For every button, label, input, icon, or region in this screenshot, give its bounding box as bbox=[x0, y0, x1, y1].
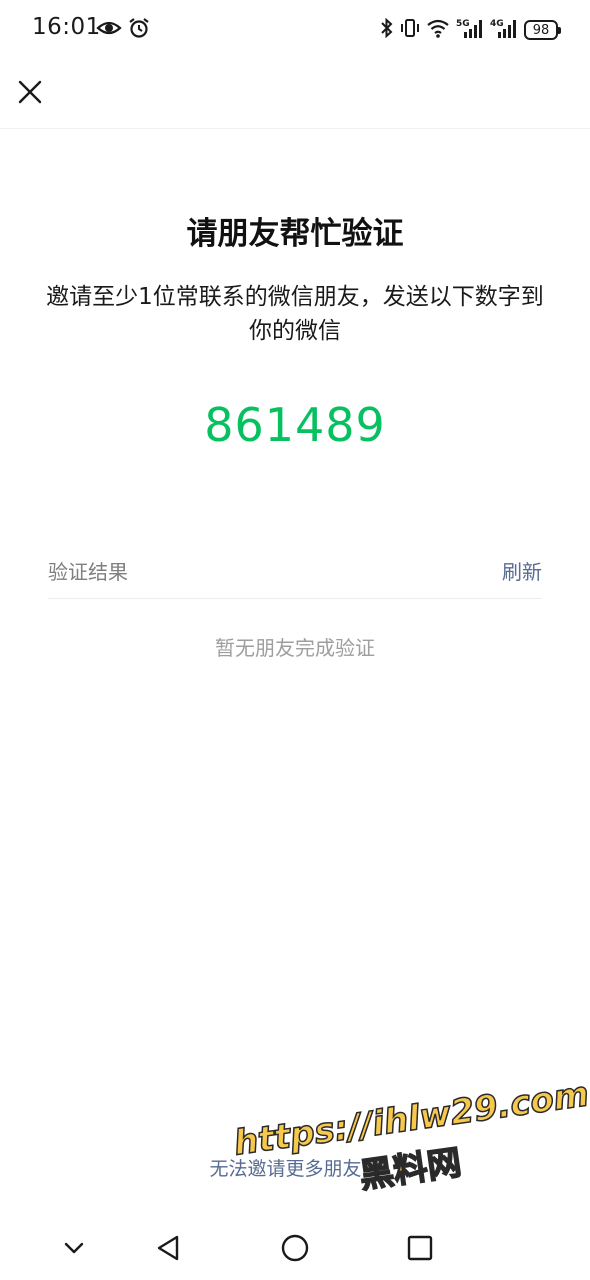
alarm-icon bbox=[128, 17, 150, 43]
wifi-icon bbox=[426, 17, 450, 43]
back-button[interactable] bbox=[150, 1230, 186, 1266]
back-triangle-icon bbox=[157, 1235, 179, 1261]
network-4g-label: 4G bbox=[490, 19, 504, 29]
close-button[interactable] bbox=[12, 74, 48, 110]
status-right: 5G 4G 98 bbox=[380, 17, 561, 43]
result-label: 验证结果 bbox=[48, 560, 128, 584]
signal-4g-icon: 4G bbox=[490, 17, 518, 43]
home-circle-icon bbox=[281, 1234, 309, 1262]
recents-button[interactable] bbox=[402, 1230, 438, 1266]
status-time: 16:01 bbox=[32, 14, 101, 40]
refresh-button[interactable]: 刷新 bbox=[502, 556, 542, 585]
network-5g-label: 5G bbox=[456, 19, 470, 29]
signal-5g-icon: 5G bbox=[456, 17, 484, 43]
system-nav-bar bbox=[0, 1216, 590, 1280]
cannot-invite-more-link[interactable]: 无法邀请更多朋友？ bbox=[0, 1154, 590, 1181]
eye-icon bbox=[96, 17, 122, 43]
home-button[interactable] bbox=[277, 1230, 313, 1266]
page-description: 邀请至少1位常联系的微信朋友，发送以下数字到你的微信 bbox=[46, 284, 544, 344]
hide-keyboard-button[interactable] bbox=[56, 1230, 92, 1266]
empty-state-text: 暂无朋友完成验证 bbox=[215, 636, 375, 660]
page-title: 请朋友帮忙验证 bbox=[186, 216, 404, 252]
status-bar: 16:01 5G 4G 98 bbox=[0, 0, 590, 60]
close-icon bbox=[18, 80, 42, 104]
nav-bar bbox=[0, 60, 590, 129]
watermark-url: https://ihlw29.com bbox=[231, 1074, 590, 1165]
verification-code: 861489 bbox=[204, 398, 386, 452]
bluetooth-icon bbox=[380, 17, 394, 43]
watermark: https://ihlw29.com 黑料网 bbox=[230, 1067, 590, 1223]
chevron-down-icon bbox=[64, 1242, 84, 1254]
result-row: 验证结果 刷新 bbox=[48, 550, 542, 599]
screen: 16:01 5G 4G 98 请朋友帮忙验证 邀请至少1位常联系的微信朋友，发送… bbox=[0, 0, 590, 1280]
status-left-icons bbox=[96, 17, 150, 43]
vibrate-icon bbox=[400, 17, 420, 43]
battery-indicator: 98 bbox=[524, 20, 561, 40]
recents-square-icon bbox=[407, 1235, 433, 1261]
